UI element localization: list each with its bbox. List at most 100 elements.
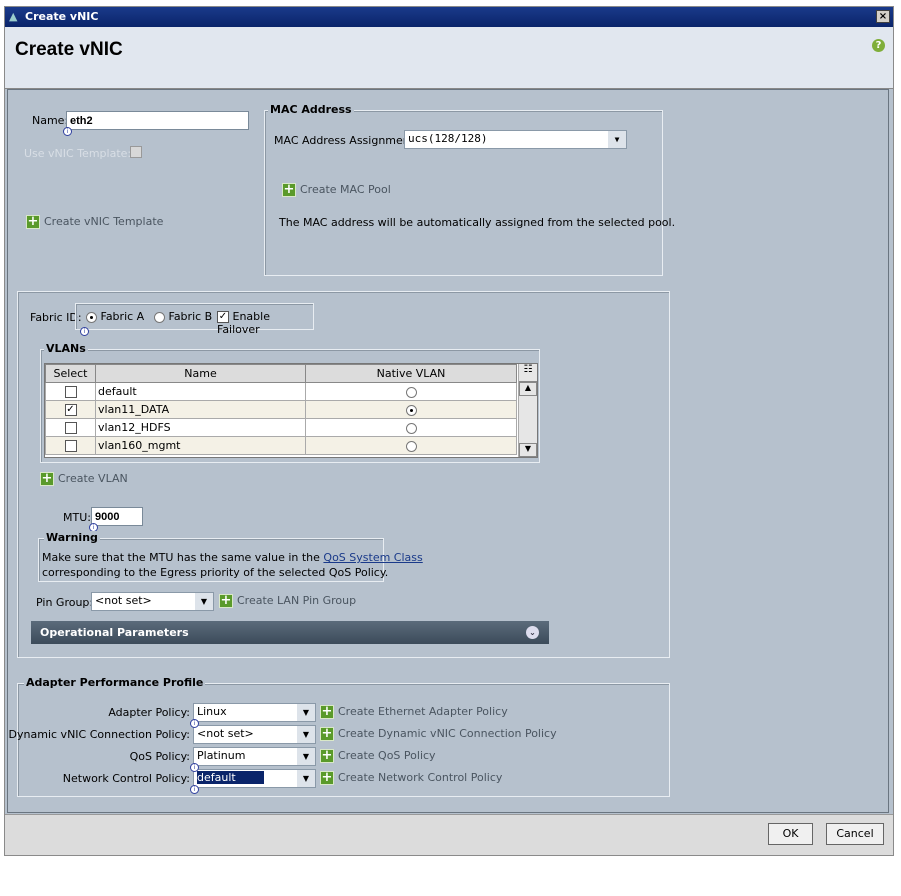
expand-icon[interactable]: ⌄: [526, 626, 539, 639]
select-value: Linux: [197, 705, 227, 718]
policy-label: Network Control Policy:: [62, 772, 190, 785]
native-vlan-radio[interactable]: [405, 440, 417, 452]
enable-failover-checkbox[interactable]: ✓ Enable Failover: [217, 310, 313, 336]
fabric-id-label: Fabric ID:: [30, 311, 82, 324]
column-header[interactable]: Select: [45, 364, 96, 383]
native-vlan-radio[interactable]: [405, 404, 417, 416]
chevron-down-icon: ▼: [195, 593, 213, 610]
policy-label: Dynamic vNIC Connection Policy:: [8, 728, 190, 741]
create-policy-link[interactable]: + Create Network Control Policy: [320, 771, 502, 785]
plus-icon: +: [26, 214, 40, 229]
native-vlan-cell[interactable]: [305, 436, 517, 455]
policy-select[interactable]: default ▼: [193, 769, 316, 788]
native-vlan-cell[interactable]: [305, 382, 517, 401]
mac-assignment-select[interactable]: ucs(128/128) ▼: [404, 130, 627, 149]
chevron-down-icon: ▼: [608, 131, 626, 148]
table-row[interactable]: vlan12_HDFS: [45, 418, 517, 437]
chevron-down-icon: ▼: [297, 748, 315, 765]
vlan-name-cell: default: [95, 382, 306, 401]
native-vlan-cell[interactable]: [305, 418, 517, 437]
select-checkbox[interactable]: [64, 386, 77, 398]
select-checkbox[interactable]: [64, 440, 77, 452]
section-label: Operational Parameters: [40, 626, 189, 639]
window-title: Create vNIC: [25, 10, 99, 23]
use-template-checkbox[interactable]: [130, 146, 142, 158]
policy-select[interactable]: Linux ▼: [193, 703, 316, 722]
pin-group-select[interactable]: <not set> ▼: [91, 592, 214, 611]
create-vnic-template-link[interactable]: + Create vNIC Template: [26, 215, 163, 229]
help-icon[interactable]: ?: [872, 39, 885, 52]
info-icon: i: [63, 127, 72, 136]
scrollbar[interactable]: ☷ ▲ ▼: [518, 364, 537, 457]
native-vlan-cell[interactable]: [305, 400, 517, 419]
header: Create vNIC ?: [5, 27, 893, 89]
create-policy-link[interactable]: + Create Dynamic vNIC Connection Policy: [320, 727, 557, 741]
app-icon: ▲: [9, 10, 18, 23]
table-row[interactable]: ✓ vlan11_DATA: [45, 400, 517, 419]
name-input[interactable]: [66, 111, 249, 130]
link-label: Create QoS Policy: [338, 749, 436, 762]
mac-assignment-label: MAC Address Assignment:: [274, 134, 418, 147]
mac-note: The MAC address will be automatically as…: [279, 216, 676, 229]
use-template-label: Use vNIC Template:: [24, 147, 132, 160]
select-cell[interactable]: [45, 436, 96, 455]
plus-icon: +: [320, 726, 334, 741]
plus-icon: +: [320, 748, 334, 763]
radio-label: Fabric A: [100, 310, 145, 323]
select-checkbox[interactable]: [64, 422, 77, 434]
ok-button[interactable]: OK: [768, 823, 813, 845]
create-policy-link[interactable]: + Create Ethernet Adapter Policy: [320, 705, 508, 719]
pin-group-label: Pin Group:: [36, 596, 94, 609]
mtu-input[interactable]: [91, 507, 143, 526]
fabric-a-radio[interactable]: Fabric A: [86, 310, 144, 323]
close-button[interactable]: ×: [876, 10, 890, 23]
plus-icon: +: [40, 471, 54, 486]
info-icon: i: [80, 327, 89, 336]
plus-icon: +: [219, 593, 233, 608]
mtu-label: MTU:: [63, 511, 91, 524]
info-icon: i: [190, 763, 199, 772]
create-mac-pool-link[interactable]: + Create MAC Pool: [282, 183, 391, 197]
column-header[interactable]: Name: [95, 364, 306, 383]
fabric-b-radio[interactable]: Fabric B: [154, 310, 212, 323]
title-bar: ▲ Create vNIC ×: [5, 7, 893, 27]
plus-icon: +: [320, 770, 334, 785]
column-header[interactable]: Native VLAN: [305, 364, 517, 383]
link-label: Create Ethernet Adapter Policy: [338, 705, 508, 718]
create-vlan-link[interactable]: + Create VLAN: [40, 472, 128, 486]
select-cell[interactable]: ✓: [45, 400, 96, 419]
operational-parameters-bar[interactable]: Operational Parameters ⌄: [31, 621, 549, 644]
chevron-down-icon: ▼: [297, 770, 315, 787]
policy-label: Adapter Policy:: [108, 706, 190, 719]
radio-icon: [86, 311, 97, 323]
radio-icon: [154, 311, 165, 323]
info-icon: i: [190, 719, 199, 728]
create-lan-pin-group-link[interactable]: + Create LAN Pin Group: [219, 594, 356, 608]
policy-select[interactable]: Platinum ▼: [193, 747, 316, 766]
vlan-name-cell: vlan12_HDFS: [95, 418, 306, 437]
select-value: <not set>: [95, 594, 152, 607]
chevron-down-icon: ▼: [297, 726, 315, 743]
link-label: Create MAC Pool: [300, 183, 391, 196]
radio-label: Fabric B: [168, 310, 213, 323]
warning-legend: Warning: [44, 531, 100, 544]
warning-text-1: Make sure that the MTU has the same valu…: [42, 551, 324, 564]
select-cell[interactable]: [45, 382, 96, 401]
table-row[interactable]: default: [45, 382, 517, 401]
vlan-name-cell: vlan160_mgmt: [95, 436, 306, 455]
cancel-button[interactable]: Cancel: [826, 823, 884, 845]
policy-select[interactable]: <not set> ▼: [193, 725, 316, 744]
create-policy-link[interactable]: + Create QoS Policy: [320, 749, 436, 763]
scroll-down-icon[interactable]: ▼: [519, 443, 537, 457]
native-vlan-radio[interactable]: [405, 422, 417, 434]
plus-icon: +: [320, 704, 334, 719]
select-value: default: [197, 771, 264, 784]
link-label: Create vNIC Template: [44, 215, 164, 228]
column-chooser-icon[interactable]: ☷: [519, 364, 537, 382]
select-checkbox[interactable]: ✓: [64, 404, 77, 416]
table-row[interactable]: vlan160_mgmt: [45, 436, 517, 455]
native-vlan-radio[interactable]: [405, 386, 417, 398]
qos-system-class-link[interactable]: QoS System Class: [323, 551, 422, 564]
scroll-up-icon[interactable]: ▲: [519, 382, 537, 396]
select-cell[interactable]: [45, 418, 96, 437]
